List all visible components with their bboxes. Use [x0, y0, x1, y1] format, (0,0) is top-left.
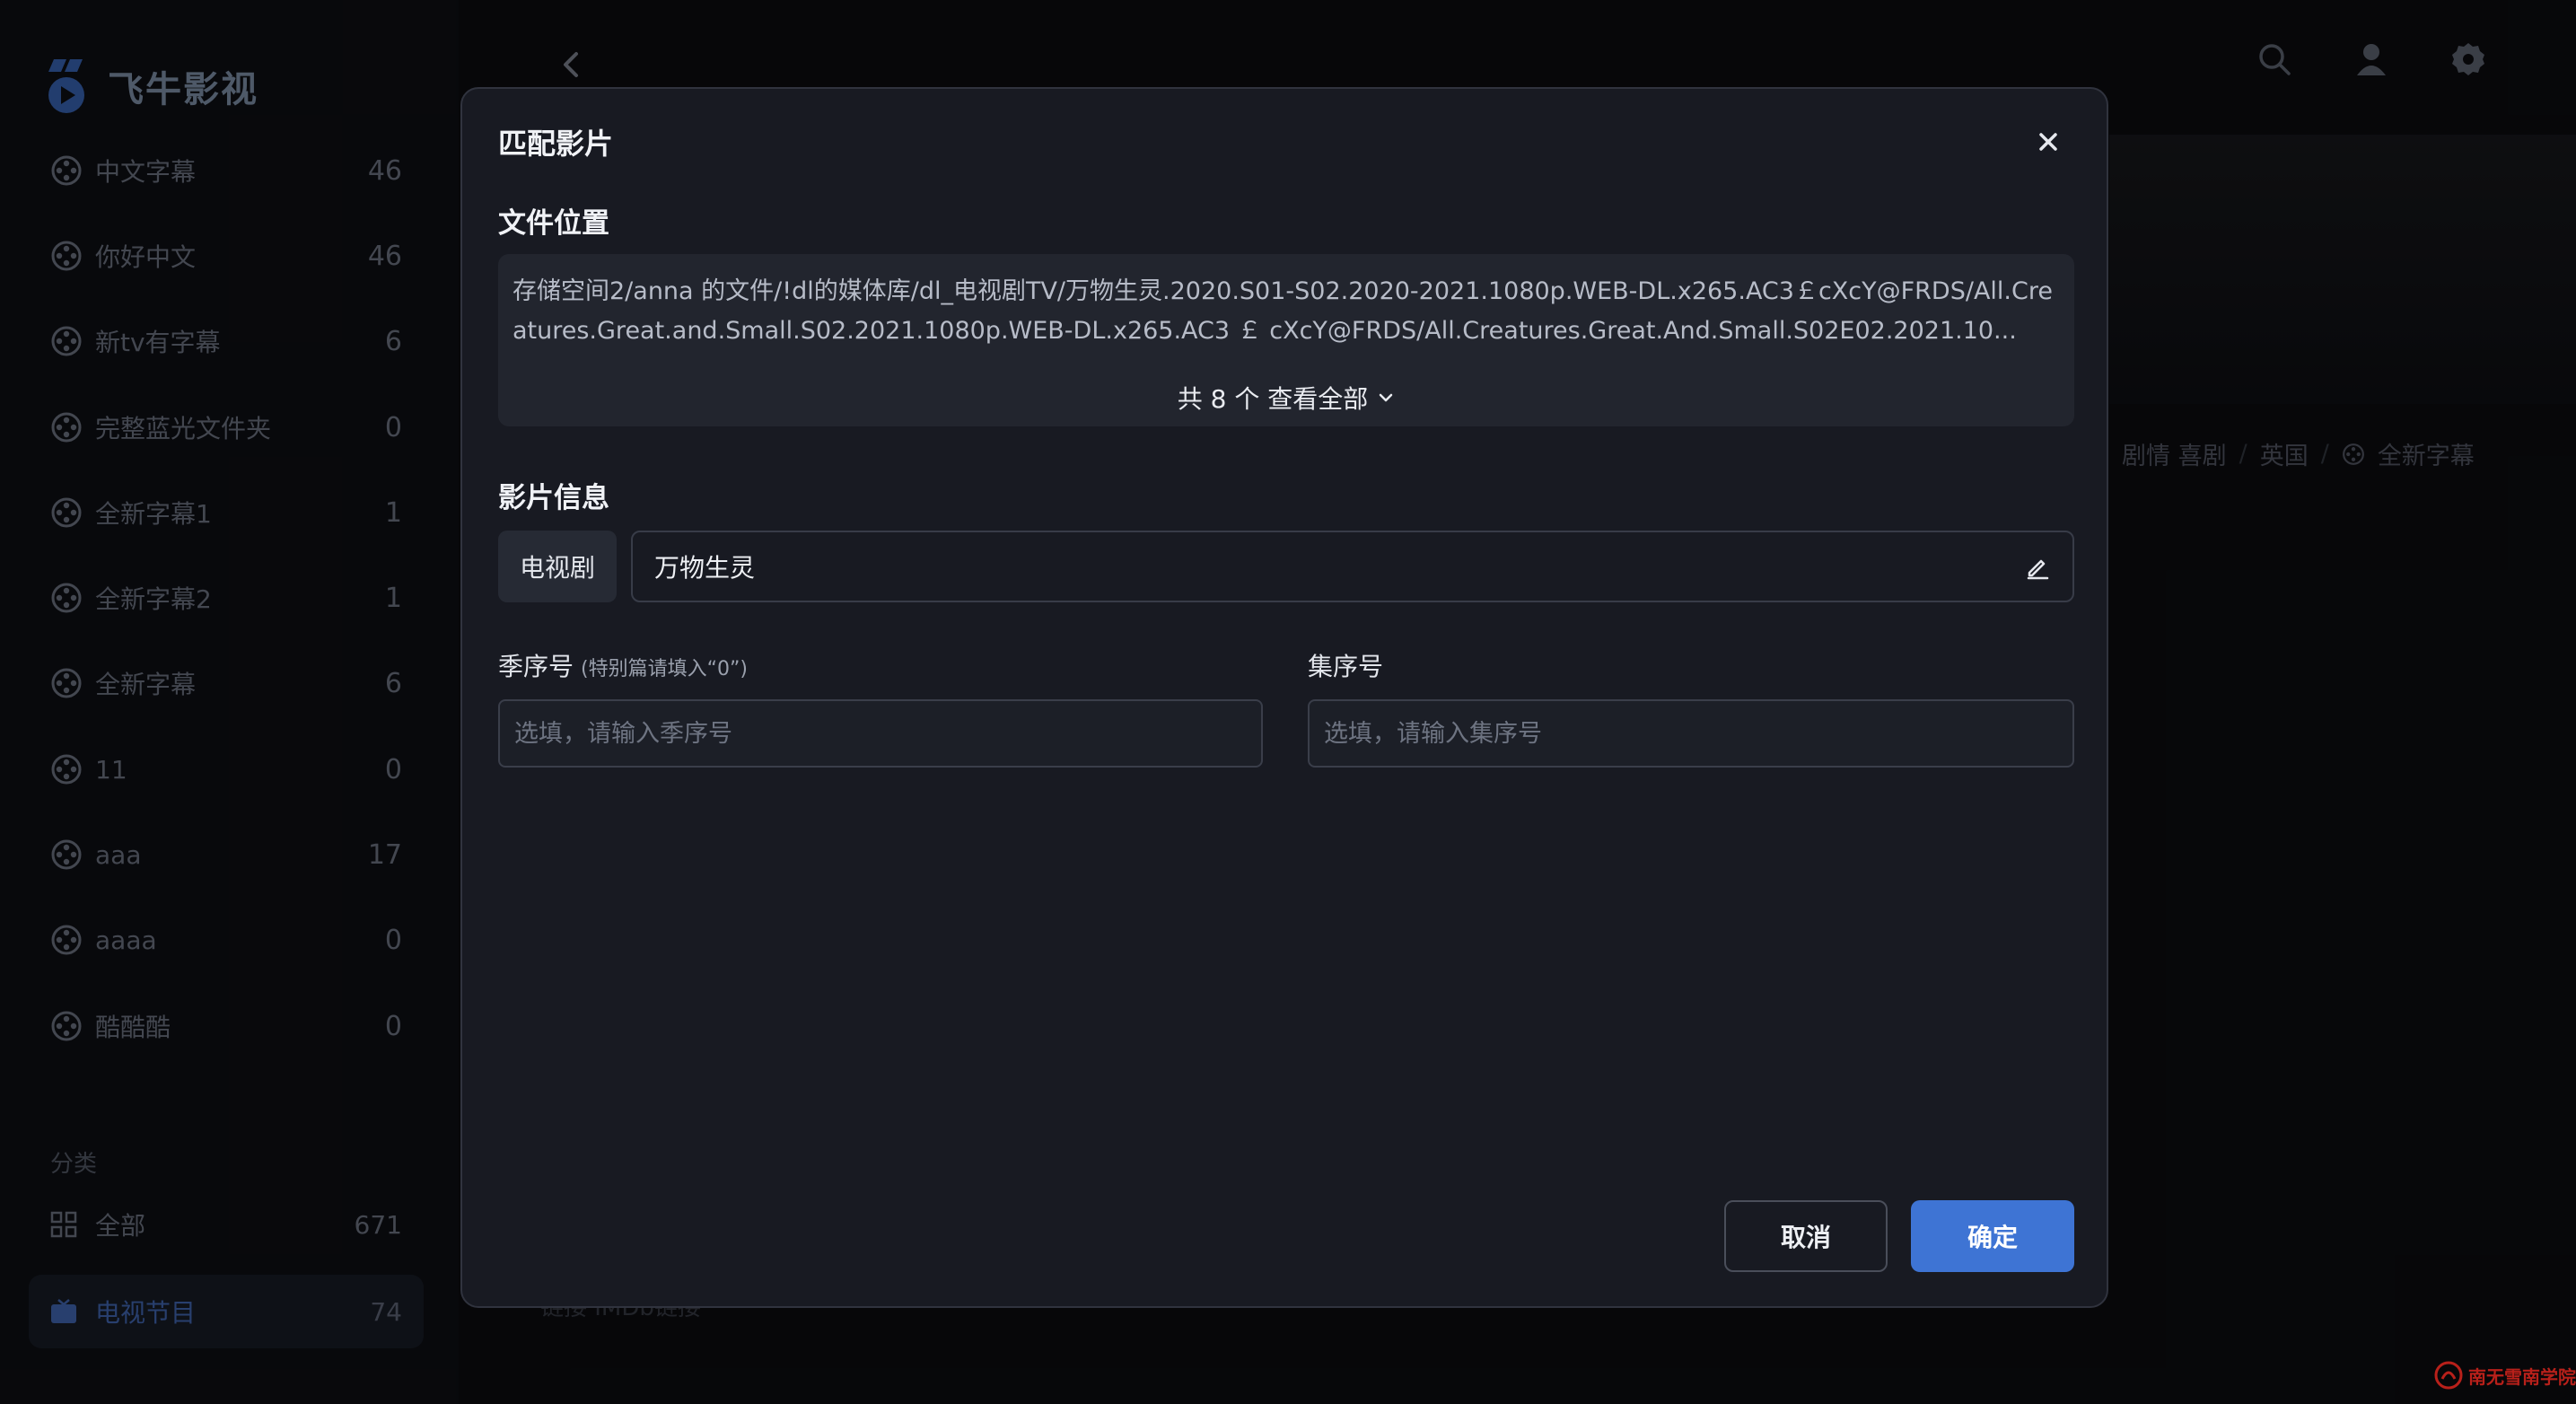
season-label: 季序号 — [498, 652, 574, 681]
episode-label: 集序号 — [1308, 652, 1384, 681]
edit-icon[interactable] — [2024, 553, 2051, 580]
chevron-down-icon — [1380, 393, 1393, 402]
season-input[interactable] — [498, 699, 1263, 768]
media-info-label: 影片信息 — [498, 482, 609, 514]
show-all-label: 共 8 个 查看全部 — [1177, 384, 1369, 414]
dialog-title: 匹配影片 — [498, 127, 614, 161]
media-type-select[interactable]: 电视剧 — [498, 531, 617, 602]
close-icon[interactable] — [2035, 128, 2062, 155]
file-path-text: 存储空间2/anna 的文件/!dl的媒体库/dl_电视剧TV/万物生灵.202… — [513, 277, 2053, 345]
watermark-seal-icon — [2434, 1361, 2463, 1390]
episode-input[interactable] — [1308, 699, 2074, 768]
watermark-text: 南无雪南学院 — [2468, 1365, 2576, 1388]
file-location-label: 文件位置 — [498, 207, 609, 240]
media-title-value: 万物生灵 — [654, 553, 756, 583]
file-path-box: 存储空间2/anna 的文件/!dl的媒体库/dl_电视剧TV/万物生灵.202… — [498, 254, 2074, 426]
season-field-label: 季序号 (特别篇请填入“0”) — [498, 647, 748, 683]
watermark: 南无雪南学院 — [2434, 1361, 2576, 1390]
episode-field-label: 集序号 — [1308, 647, 1383, 683]
app-root: 飞牛影视 中文字幕 46 你好中文 46 新tv有字幕 6 完整蓝光文件夹 0 全新字幕1 1 全新… — [0, 0, 2576, 1404]
cancel-button[interactable]: 取消 — [1724, 1200, 1888, 1272]
season-hint: (特别篇请填入“0”) — [581, 658, 748, 680]
show-all-toggle[interactable]: 共 8 个 查看全部 — [498, 380, 2074, 416]
media-title-field[interactable]: 万物生灵 — [631, 531, 2074, 602]
confirm-button[interactable]: 确定 — [1911, 1200, 2074, 1272]
match-media-dialog: 匹配影片 文件位置 存储空间2/anna 的文件/!dl的媒体库/dl_电视剧T… — [460, 87, 2108, 1308]
